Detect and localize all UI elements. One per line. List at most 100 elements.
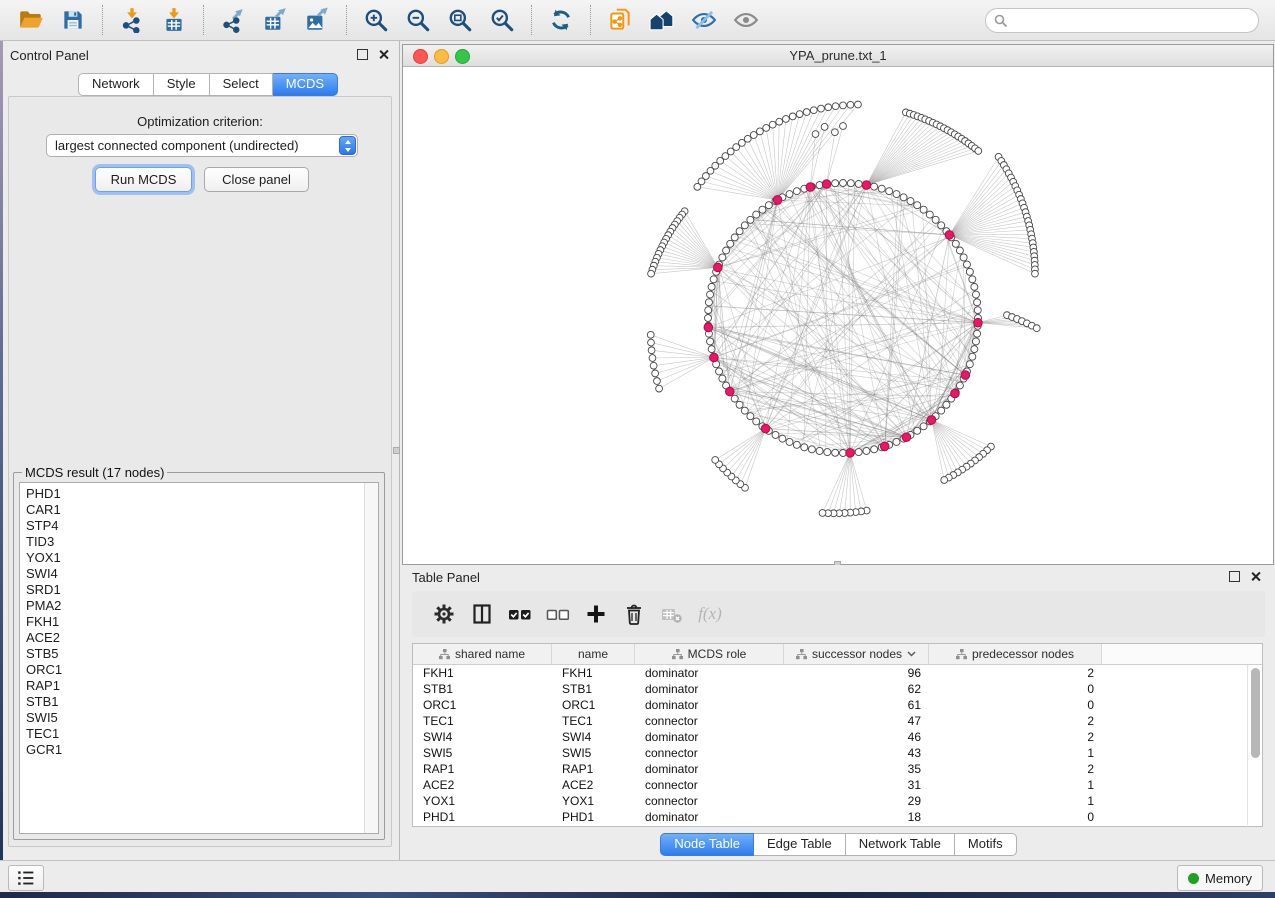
- column-header-name[interactable]: name: [552, 644, 635, 664]
- table-cell[interactable]: SWI4: [413, 730, 552, 744]
- memory-button[interactable]: Memory: [1177, 865, 1263, 891]
- table-cell[interactable]: 1: [929, 746, 1102, 760]
- table-cell[interactable]: RAP1: [413, 762, 552, 776]
- table-cell[interactable]: 47: [784, 714, 929, 728]
- table-cell[interactable]: 61: [784, 698, 929, 712]
- table-cell[interactable]: RAP1: [552, 762, 635, 776]
- close-table-panel-icon[interactable]: [1250, 571, 1261, 582]
- table-cell[interactable]: STB1: [413, 682, 552, 696]
- float-table-panel-icon[interactable]: [1229, 571, 1240, 582]
- mcds-result-item[interactable]: ORC1: [26, 662, 378, 678]
- table-cell[interactable]: dominator: [635, 810, 784, 824]
- mcds-result-item[interactable]: TID3: [26, 534, 378, 550]
- import-table-icon[interactable]: [157, 4, 191, 36]
- search-input[interactable]: [1013, 12, 1250, 29]
- mcds-result-item[interactable]: STB1: [26, 694, 378, 710]
- table-row[interactable]: ACE2ACE2connector311: [413, 777, 1262, 793]
- float-panel-icon[interactable]: [357, 49, 368, 60]
- table-cell[interactable]: connector: [635, 794, 784, 808]
- table-row[interactable]: SWI5SWI5connector431: [413, 745, 1262, 761]
- mcds-result-item[interactable]: PHD1: [26, 486, 378, 502]
- search-field[interactable]: [985, 8, 1259, 33]
- table-cell[interactable]: dominator: [635, 698, 784, 712]
- mcds-result-item[interactable]: STP4: [26, 518, 378, 534]
- table-cell[interactable]: SWI4: [552, 730, 635, 744]
- mcds-result-item[interactable]: YOX1: [26, 550, 378, 566]
- show-all-icon[interactable]: [729, 4, 763, 36]
- table-row[interactable]: YOX1YOX1connector291: [413, 793, 1262, 809]
- table-cell[interactable]: dominator: [635, 762, 784, 776]
- run-mcds-button[interactable]: Run MCDS: [95, 167, 192, 192]
- table-cell[interactable]: YOX1: [552, 794, 635, 808]
- import-network-icon[interactable]: [115, 4, 149, 36]
- tab-mcds[interactable]: MCDS: [273, 73, 338, 96]
- table-cell[interactable]: FKH1: [552, 666, 635, 680]
- export-network-icon[interactable]: [216, 4, 250, 36]
- table-row[interactable]: FKH1FKH1dominator962: [413, 665, 1262, 681]
- vertical-splitter-handle[interactable]: [393, 447, 400, 454]
- table-cell[interactable]: 0: [929, 698, 1102, 712]
- mcds-result-item[interactable]: SWI4: [26, 566, 378, 582]
- duplicate-network-icon[interactable]: [603, 4, 637, 36]
- tab-select[interactable]: Select: [210, 73, 273, 96]
- new-column-icon[interactable]: [578, 597, 614, 631]
- export-image-icon[interactable]: [300, 4, 334, 36]
- mcds-result-item[interactable]: GCR1: [26, 742, 378, 758]
- table-cell[interactable]: connector: [635, 714, 784, 728]
- table-cell[interactable]: 35: [784, 762, 929, 776]
- table-cell[interactable]: 2: [929, 730, 1102, 744]
- table-cell[interactable]: STB1: [552, 682, 635, 696]
- table-cell[interactable]: dominator: [635, 666, 784, 680]
- mcds-result-item[interactable]: CAR1: [26, 502, 378, 518]
- close-panel-button[interactable]: Close panel: [204, 167, 309, 192]
- tab-network[interactable]: Network: [78, 73, 154, 96]
- table-cell[interactable]: 2: [929, 666, 1102, 680]
- column-header-successor-nodes[interactable]: successor nodes: [784, 644, 929, 664]
- table-cell[interactable]: 2: [929, 762, 1102, 776]
- table-cell[interactable]: 62: [784, 682, 929, 696]
- task-history-button[interactable]: [8, 865, 44, 891]
- column-header-mcds-role[interactable]: MCDS role: [635, 644, 784, 664]
- table-cell[interactable]: ACE2: [552, 778, 635, 792]
- network-graph-canvas[interactable]: [403, 66, 1273, 564]
- network-window-titlebar[interactable]: YPA_prune.txt_1: [403, 45, 1273, 67]
- table-cell[interactable]: 96: [784, 666, 929, 680]
- tab-motifs[interactable]: Motifs: [955, 833, 1017, 856]
- table-row[interactable]: PHD1PHD1dominator180: [413, 809, 1262, 825]
- column-header-predecessor-nodes[interactable]: predecessor nodes: [929, 644, 1102, 664]
- open-file-icon[interactable]: [14, 4, 48, 36]
- table-scrollbar-thumb[interactable]: [1251, 668, 1260, 758]
- mcds-result-item[interactable]: TEC1: [26, 726, 378, 742]
- mcds-result-item[interactable]: FKH1: [26, 614, 378, 630]
- table-cell[interactable]: 1: [929, 778, 1102, 792]
- table-row[interactable]: ORC1ORC1dominator610: [413, 697, 1262, 713]
- table-row[interactable]: TEC1TEC1connector472: [413, 713, 1262, 729]
- tab-style[interactable]: Style: [154, 73, 210, 96]
- table-cell[interactable]: dominator: [635, 730, 784, 744]
- tab-edge-table[interactable]: Edge Table: [754, 833, 846, 856]
- column-header-shared-name[interactable]: shared name: [413, 644, 552, 664]
- table-cell[interactable]: 43: [784, 746, 929, 760]
- tab-node-table[interactable]: Node Table: [660, 833, 754, 856]
- show-columns-icon[interactable]: [464, 597, 500, 631]
- mcds-result-item[interactable]: SRD1: [26, 582, 378, 598]
- refresh-view-icon[interactable]: [544, 4, 578, 36]
- mcds-result-item[interactable]: PMA2: [26, 598, 378, 614]
- table-cell[interactable]: YOX1: [413, 794, 552, 808]
- table-options-icon[interactable]: [426, 597, 462, 631]
- mcds-result-item[interactable]: SWI5: [26, 710, 378, 726]
- table-cell[interactable]: 31: [784, 778, 929, 792]
- table-cell[interactable]: PHD1: [552, 810, 635, 824]
- mcds-result-item[interactable]: RAP1: [26, 678, 378, 694]
- table-cell[interactable]: 46: [784, 730, 929, 744]
- table-cell[interactable]: connector: [635, 778, 784, 792]
- table-cell[interactable]: SWI5: [552, 746, 635, 760]
- zoom-out-icon[interactable]: [401, 4, 435, 36]
- zoom-selected-icon[interactable]: [485, 4, 519, 36]
- table-cell[interactable]: 0: [929, 810, 1102, 824]
- table-cell[interactable]: ACE2: [413, 778, 552, 792]
- tab-network-table[interactable]: Network Table: [846, 833, 955, 856]
- mcds-result-item[interactable]: ACE2: [26, 630, 378, 646]
- table-scrollbar[interactable]: [1247, 665, 1262, 825]
- table-cell[interactable]: TEC1: [552, 714, 635, 728]
